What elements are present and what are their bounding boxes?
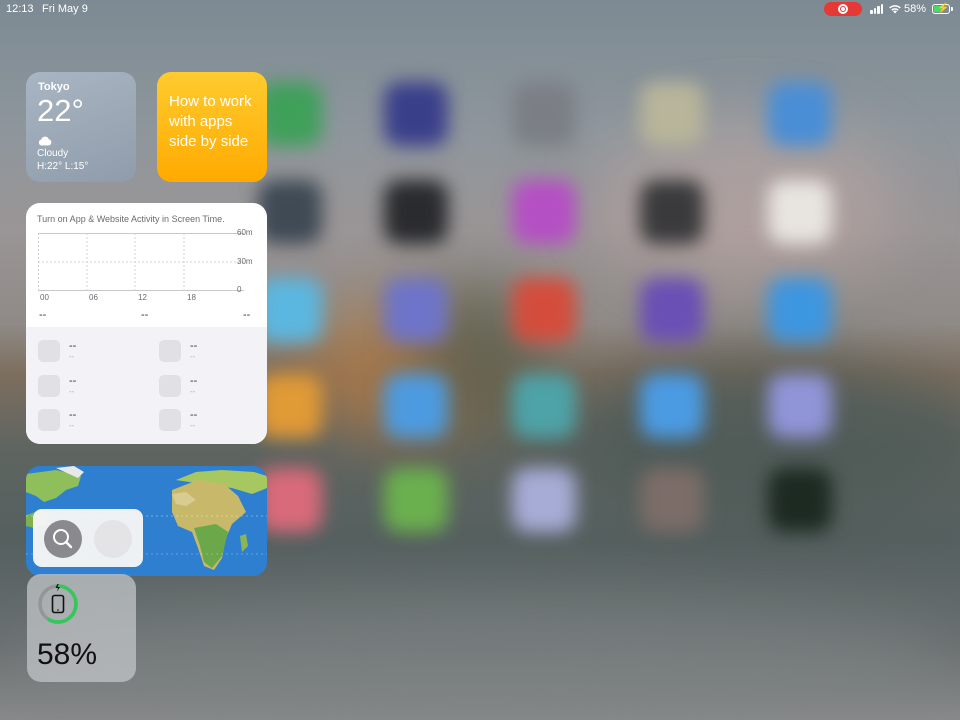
app-icon[interactable] — [640, 374, 704, 438]
status-time: 12:13 — [6, 3, 34, 15]
app-icon[interactable] — [640, 180, 704, 244]
battery-ring — [38, 584, 78, 624]
map-widget[interactable] — [26, 466, 267, 576]
app-icon[interactable] — [640, 468, 704, 532]
summary-value: -- — [39, 309, 47, 321]
weather-condition: Cloudy — [37, 148, 69, 159]
app-icon[interactable] — [768, 82, 832, 146]
app-icon-placeholder — [159, 409, 181, 431]
app-time: -- — [190, 387, 196, 396]
screen-time-message: Turn on App & Website Activity in Screen… — [37, 214, 225, 224]
summary-value: -- — [141, 309, 149, 321]
status-battery-percent: 58% — [904, 3, 927, 15]
app-icon[interactable] — [258, 468, 322, 532]
screen-recording-icon[interactable] — [824, 2, 862, 16]
wifi-icon — [889, 5, 901, 14]
app-icon[interactable] — [768, 374, 832, 438]
chart-y-label: 30m — [237, 257, 253, 266]
app-icon-placeholder — [159, 340, 181, 362]
chart-x-label: 12 — [138, 293, 147, 302]
map-placeholder-button[interactable] — [94, 520, 132, 558]
battery-widget[interactable]: 58% — [27, 574, 136, 682]
app-icon[interactable] — [512, 374, 576, 438]
list-item[interactable]: -- -- — [159, 375, 267, 399]
app-icon[interactable] — [768, 278, 832, 342]
app-icon[interactable] — [512, 82, 576, 146]
list-item[interactable]: -- -- — [159, 409, 267, 433]
weather-widget[interactable]: Tokyo 22° Cloudy H:22° L:15° — [26, 72, 136, 182]
screen-time-app-list: -- -- -- -- -- -- -- -- -- -- -- -- — [26, 327, 267, 444]
app-name: -- — [69, 340, 77, 352]
chart-y-label: 60m — [237, 228, 253, 237]
battery-widget-percent: 58% — [37, 638, 98, 671]
app-time: -- — [190, 421, 196, 430]
list-item[interactable]: -- -- — [38, 375, 148, 399]
app-name: -- — [190, 409, 198, 421]
status-date: Fri May 9 — [42, 3, 88, 15]
app-icon[interactable] — [640, 82, 704, 146]
app-time: -- — [190, 352, 196, 361]
app-time: -- — [69, 421, 75, 430]
app-icon[interactable] — [384, 468, 448, 532]
map-search-button[interactable] — [44, 520, 82, 558]
app-icon-placeholder — [159, 375, 181, 397]
app-name: -- — [190, 340, 198, 352]
app-name: -- — [190, 375, 198, 387]
screen-time-chart — [38, 233, 244, 291]
chart-y-label: 0 — [237, 285, 242, 294]
app-icon-placeholder — [38, 409, 60, 431]
battery-charging-icon: ⚡ — [932, 3, 950, 14]
cloud-icon — [38, 136, 52, 146]
weather-temperature: 22° — [37, 93, 84, 128]
app-name: -- — [69, 409, 77, 421]
app-icon[interactable] — [512, 468, 576, 532]
list-item[interactable]: -- -- — [38, 340, 148, 364]
app-icon[interactable] — [258, 82, 322, 146]
app-icon[interactable] — [512, 278, 576, 342]
app-icon[interactable] — [258, 278, 322, 342]
chart-x-label: 00 — [40, 293, 49, 302]
app-icon[interactable] — [384, 374, 448, 438]
screen-time-widget[interactable]: Turn on App & Website Activity in Screen… — [26, 203, 267, 444]
app-icon[interactable] — [768, 468, 832, 532]
weather-high-low: H:22° L:15° — [37, 161, 89, 172]
app-icon[interactable] — [258, 180, 322, 244]
ipad-icon — [51, 594, 65, 614]
app-icon-placeholder — [38, 340, 60, 362]
app-icon[interactable] — [640, 278, 704, 342]
status-bar: 12:13 Fri May 9 58% ⚡ — [0, 0, 960, 18]
tips-text: How to work with apps side by side — [169, 93, 252, 150]
app-icon-placeholder — [38, 375, 60, 397]
app-icon[interactable] — [384, 278, 448, 342]
cellular-signal-icon — [870, 4, 884, 14]
map-controls — [33, 509, 143, 567]
app-icon[interactable] — [384, 180, 448, 244]
chart-x-label: 06 — [89, 293, 98, 302]
app-time: -- — [69, 387, 75, 396]
weather-city: Tokyo — [38, 81, 70, 93]
chart-x-label: 18 — [187, 293, 196, 302]
app-icon[interactable] — [258, 374, 322, 438]
app-icon[interactable] — [512, 180, 576, 244]
tips-widget[interactable]: How to work with apps side by side — [157, 72, 267, 182]
app-icon[interactable] — [768, 180, 832, 244]
app-icon[interactable] — [384, 82, 448, 146]
list-item[interactable]: -- -- — [38, 409, 148, 433]
summary-value: -- — [243, 309, 251, 321]
app-time: -- — [69, 352, 75, 361]
search-icon — [53, 529, 73, 549]
list-item[interactable]: -- -- — [159, 340, 267, 364]
app-name: -- — [69, 375, 77, 387]
